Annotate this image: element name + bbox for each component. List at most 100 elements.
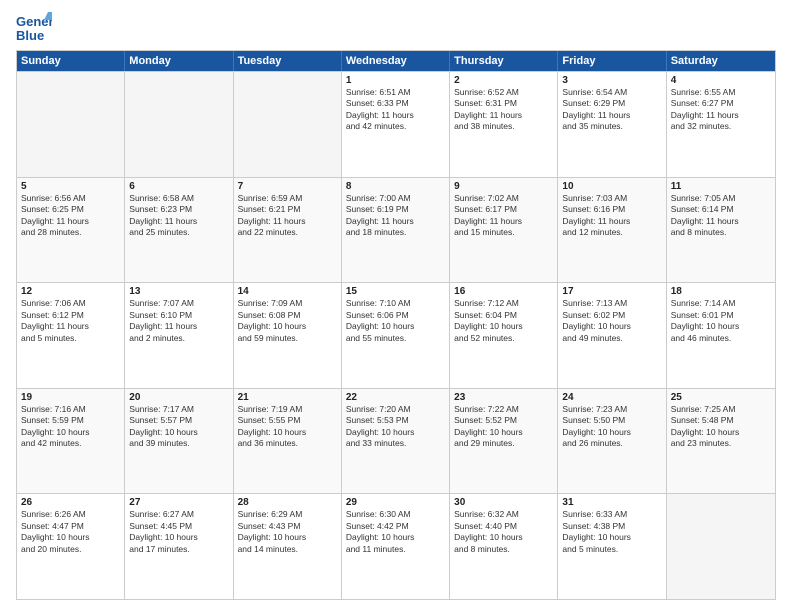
day-number: 31 (562, 497, 661, 508)
cal-cell: 26Sunrise: 6:26 AM Sunset: 4:47 PM Dayli… (17, 494, 125, 599)
cal-cell: 12Sunrise: 7:06 AM Sunset: 6:12 PM Dayli… (17, 283, 125, 388)
cal-header-wednesday: Wednesday (342, 51, 450, 71)
cal-cell: 27Sunrise: 6:27 AM Sunset: 4:45 PM Dayli… (125, 494, 233, 599)
cal-header-sunday: Sunday (17, 51, 125, 71)
day-number: 1 (346, 75, 445, 86)
day-info: Sunrise: 6:51 AM Sunset: 6:33 PM Dayligh… (346, 87, 445, 133)
day-number: 15 (346, 286, 445, 297)
day-info: Sunrise: 7:03 AM Sunset: 6:16 PM Dayligh… (562, 193, 661, 239)
cal-cell (125, 72, 233, 177)
day-info: Sunrise: 7:23 AM Sunset: 5:50 PM Dayligh… (562, 404, 661, 450)
cal-cell: 21Sunrise: 7:19 AM Sunset: 5:55 PM Dayli… (234, 389, 342, 494)
cal-cell: 23Sunrise: 7:22 AM Sunset: 5:52 PM Dayli… (450, 389, 558, 494)
cal-week-2: 5Sunrise: 6:56 AM Sunset: 6:25 PM Daylig… (17, 177, 775, 283)
day-info: Sunrise: 7:25 AM Sunset: 5:48 PM Dayligh… (671, 404, 771, 450)
cal-cell: 22Sunrise: 7:20 AM Sunset: 5:53 PM Dayli… (342, 389, 450, 494)
cal-cell: 16Sunrise: 7:12 AM Sunset: 6:04 PM Dayli… (450, 283, 558, 388)
day-info: Sunrise: 6:33 AM Sunset: 4:38 PM Dayligh… (562, 509, 661, 555)
day-info: Sunrise: 6:26 AM Sunset: 4:47 PM Dayligh… (21, 509, 120, 555)
day-number: 11 (671, 181, 771, 192)
day-number: 27 (129, 497, 228, 508)
day-number: 9 (454, 181, 553, 192)
day-number: 3 (562, 75, 661, 86)
cal-week-5: 26Sunrise: 6:26 AM Sunset: 4:47 PM Dayli… (17, 493, 775, 599)
day-number: 20 (129, 392, 228, 403)
cal-cell: 31Sunrise: 6:33 AM Sunset: 4:38 PM Dayli… (558, 494, 666, 599)
day-info: Sunrise: 6:32 AM Sunset: 4:40 PM Dayligh… (454, 509, 553, 555)
cal-cell: 1Sunrise: 6:51 AM Sunset: 6:33 PM Daylig… (342, 72, 450, 177)
day-number: 7 (238, 181, 337, 192)
svg-text:Blue: Blue (16, 28, 44, 42)
day-number: 13 (129, 286, 228, 297)
day-info: Sunrise: 7:16 AM Sunset: 5:59 PM Dayligh… (21, 404, 120, 450)
cal-cell: 19Sunrise: 7:16 AM Sunset: 5:59 PM Dayli… (17, 389, 125, 494)
cal-cell: 8Sunrise: 7:00 AM Sunset: 6:19 PM Daylig… (342, 178, 450, 283)
day-info: Sunrise: 7:07 AM Sunset: 6:10 PM Dayligh… (129, 298, 228, 344)
cal-week-1: 1Sunrise: 6:51 AM Sunset: 6:33 PM Daylig… (17, 71, 775, 177)
cal-cell: 18Sunrise: 7:14 AM Sunset: 6:01 PM Dayli… (667, 283, 775, 388)
day-info: Sunrise: 7:19 AM Sunset: 5:55 PM Dayligh… (238, 404, 337, 450)
calendar: SundayMondayTuesdayWednesdayThursdayFrid… (16, 50, 776, 600)
cal-cell: 30Sunrise: 6:32 AM Sunset: 4:40 PM Dayli… (450, 494, 558, 599)
cal-cell: 10Sunrise: 7:03 AM Sunset: 6:16 PM Dayli… (558, 178, 666, 283)
cal-cell: 11Sunrise: 7:05 AM Sunset: 6:14 PM Dayli… (667, 178, 775, 283)
day-number: 4 (671, 75, 771, 86)
cal-cell: 6Sunrise: 6:58 AM Sunset: 6:23 PM Daylig… (125, 178, 233, 283)
cal-cell: 15Sunrise: 7:10 AM Sunset: 6:06 PM Dayli… (342, 283, 450, 388)
calendar-body: 1Sunrise: 6:51 AM Sunset: 6:33 PM Daylig… (17, 71, 775, 599)
day-info: Sunrise: 6:30 AM Sunset: 4:42 PM Dayligh… (346, 509, 445, 555)
day-info: Sunrise: 6:55 AM Sunset: 6:27 PM Dayligh… (671, 87, 771, 133)
day-info: Sunrise: 7:09 AM Sunset: 6:08 PM Dayligh… (238, 298, 337, 344)
cal-header-friday: Friday (558, 51, 666, 71)
day-info: Sunrise: 7:22 AM Sunset: 5:52 PM Dayligh… (454, 404, 553, 450)
cal-cell: 29Sunrise: 6:30 AM Sunset: 4:42 PM Dayli… (342, 494, 450, 599)
logo-svg: General Blue (16, 12, 52, 42)
day-number: 17 (562, 286, 661, 297)
day-info: Sunrise: 7:02 AM Sunset: 6:17 PM Dayligh… (454, 193, 553, 239)
day-number: 19 (21, 392, 120, 403)
cal-cell (667, 494, 775, 599)
day-info: Sunrise: 7:20 AM Sunset: 5:53 PM Dayligh… (346, 404, 445, 450)
cal-cell: 2Sunrise: 6:52 AM Sunset: 6:31 PM Daylig… (450, 72, 558, 177)
cal-header-saturday: Saturday (667, 51, 775, 71)
cal-cell: 7Sunrise: 6:59 AM Sunset: 6:21 PM Daylig… (234, 178, 342, 283)
logo: General Blue (16, 12, 52, 42)
day-number: 12 (21, 286, 120, 297)
day-number: 16 (454, 286, 553, 297)
cal-cell: 14Sunrise: 7:09 AM Sunset: 6:08 PM Dayli… (234, 283, 342, 388)
cal-week-3: 12Sunrise: 7:06 AM Sunset: 6:12 PM Dayli… (17, 282, 775, 388)
day-number: 10 (562, 181, 661, 192)
day-info: Sunrise: 7:05 AM Sunset: 6:14 PM Dayligh… (671, 193, 771, 239)
cal-cell (234, 72, 342, 177)
day-info: Sunrise: 7:17 AM Sunset: 5:57 PM Dayligh… (129, 404, 228, 450)
day-info: Sunrise: 7:06 AM Sunset: 6:12 PM Dayligh… (21, 298, 120, 344)
header: General Blue (16, 12, 776, 42)
day-number: 8 (346, 181, 445, 192)
day-number: 2 (454, 75, 553, 86)
day-number: 26 (21, 497, 120, 508)
cal-cell: 17Sunrise: 7:13 AM Sunset: 6:02 PM Dayli… (558, 283, 666, 388)
day-info: Sunrise: 7:14 AM Sunset: 6:01 PM Dayligh… (671, 298, 771, 344)
calendar-page: General Blue SundayMondayTuesdayWednesda… (0, 0, 792, 612)
day-number: 25 (671, 392, 771, 403)
day-info: Sunrise: 6:54 AM Sunset: 6:29 PM Dayligh… (562, 87, 661, 133)
cal-cell: 3Sunrise: 6:54 AM Sunset: 6:29 PM Daylig… (558, 72, 666, 177)
cal-cell: 28Sunrise: 6:29 AM Sunset: 4:43 PM Dayli… (234, 494, 342, 599)
day-number: 24 (562, 392, 661, 403)
cal-cell: 20Sunrise: 7:17 AM Sunset: 5:57 PM Dayli… (125, 389, 233, 494)
day-number: 14 (238, 286, 337, 297)
day-number: 21 (238, 392, 337, 403)
day-info: Sunrise: 6:58 AM Sunset: 6:23 PM Dayligh… (129, 193, 228, 239)
cal-header-monday: Monday (125, 51, 233, 71)
cal-cell: 5Sunrise: 6:56 AM Sunset: 6:25 PM Daylig… (17, 178, 125, 283)
day-info: Sunrise: 7:12 AM Sunset: 6:04 PM Dayligh… (454, 298, 553, 344)
day-number: 28 (238, 497, 337, 508)
day-info: Sunrise: 7:00 AM Sunset: 6:19 PM Dayligh… (346, 193, 445, 239)
day-info: Sunrise: 7:13 AM Sunset: 6:02 PM Dayligh… (562, 298, 661, 344)
day-info: Sunrise: 6:29 AM Sunset: 4:43 PM Dayligh… (238, 509, 337, 555)
calendar-header: SundayMondayTuesdayWednesdayThursdayFrid… (17, 51, 775, 71)
day-info: Sunrise: 6:56 AM Sunset: 6:25 PM Dayligh… (21, 193, 120, 239)
day-info: Sunrise: 7:10 AM Sunset: 6:06 PM Dayligh… (346, 298, 445, 344)
cal-cell: 4Sunrise: 6:55 AM Sunset: 6:27 PM Daylig… (667, 72, 775, 177)
cal-week-4: 19Sunrise: 7:16 AM Sunset: 5:59 PM Dayli… (17, 388, 775, 494)
